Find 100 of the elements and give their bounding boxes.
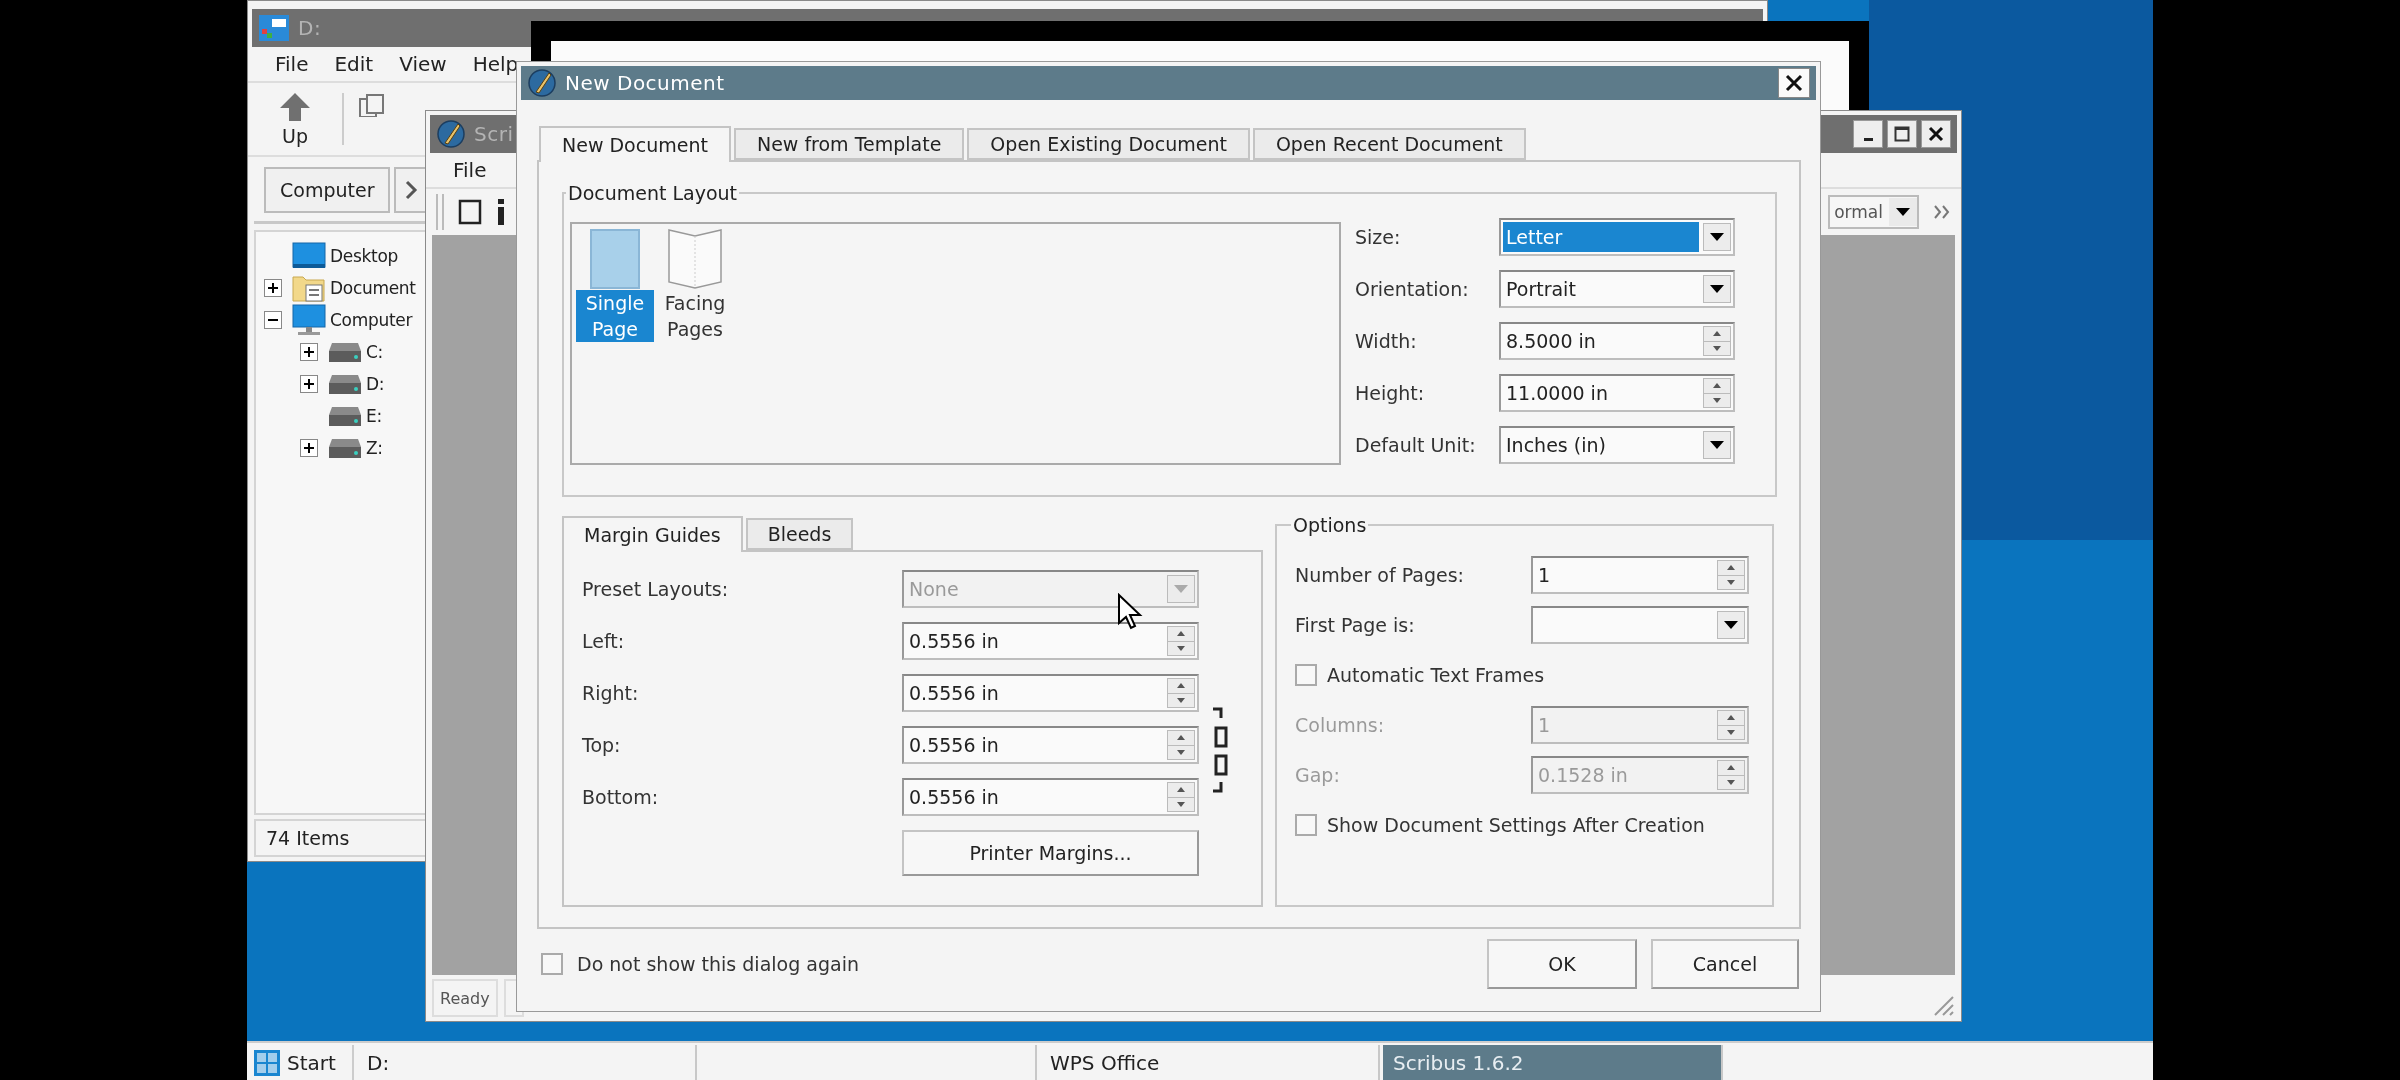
field-label: Left: <box>582 630 626 652</box>
plus-icon <box>267 282 279 294</box>
dropdown-arrow-icon <box>1709 232 1725 242</box>
menu-item[interactable]: File <box>262 52 322 76</box>
tree-item[interactable]: E: <box>366 406 382 426</box>
plus-icon <box>303 442 315 454</box>
overflow-chevron-icon[interactable] <box>1933 204 1951 220</box>
tab[interactable]: New Document <box>539 126 731 162</box>
computer-icon <box>292 304 326 336</box>
field-label: Top: <box>582 734 622 756</box>
spin-field[interactable]: 0.5556 in <box>902 674 1199 712</box>
menu-item[interactable]: Edit <box>321 52 387 76</box>
chain-link-icon[interactable] <box>1211 706 1229 794</box>
checkbox-label[interactable]: Show Document Settings After Creation <box>1327 814 1705 836</box>
checkbox-label[interactable]: Automatic Text Frames <box>1327 664 1545 686</box>
tree-item[interactable]: D: <box>366 374 385 394</box>
up-arrow-icon[interactable] <box>1177 735 1185 741</box>
up-button[interactable]: Up <box>262 87 328 151</box>
drive-icon <box>328 405 362 427</box>
field-label: Height: <box>1355 382 1426 404</box>
drive-icon <box>328 437 362 459</box>
spin-field[interactable]: 8.5000 in <box>1499 322 1735 360</box>
field-label: Width: <box>1355 330 1418 352</box>
down-arrow-icon[interactable] <box>1713 345 1721 351</box>
tree-item[interactable]: Z: <box>366 438 383 458</box>
collapse-toggle[interactable] <box>264 311 282 329</box>
facing-pages-icon <box>667 228 723 290</box>
plus-icon <box>303 378 315 390</box>
breadcrumb-button[interactable]: Computer <box>264 167 391 213</box>
minimize-button[interactable] <box>1853 120 1883 148</box>
layout-option[interactable]: Facing Pages <box>656 290 734 342</box>
down-arrow-icon[interactable] <box>1727 729 1735 735</box>
drive-icon <box>328 341 362 363</box>
menu-item[interactable]: View <box>386 52 460 76</box>
tab[interactable]: New from Template <box>733 128 965 160</box>
frame-icon[interactable] <box>458 199 482 225</box>
spin-field[interactable]: 11.0000 in <box>1499 374 1735 412</box>
field-label: Default Unit: <box>1355 434 1477 456</box>
field-label: Orientation: <box>1355 278 1470 300</box>
field-label: Bottom: <box>582 786 660 808</box>
group-title: Options <box>1292 514 1368 536</box>
taskbar-button[interactable]: Scribus 1.6.2 <box>1383 1045 1723 1080</box>
tree-item[interactable]: Document <box>330 278 416 298</box>
dialog-title: New Document <box>565 71 726 95</box>
down-arrow-icon[interactable] <box>1177 697 1185 703</box>
field-label: Columns: <box>1295 714 1386 736</box>
text-cursor-icon[interactable] <box>496 199 506 225</box>
dropdown[interactable] <box>1531 606 1749 644</box>
ok-button[interactable]: OK <box>1487 939 1637 989</box>
plus-icon <box>303 346 315 358</box>
tab[interactable]: Margin Guides <box>562 516 743 552</box>
down-arrow-icon[interactable] <box>1177 749 1185 755</box>
layout-option[interactable]: Single Page <box>576 290 654 342</box>
expand-toggle[interactable] <box>300 343 318 361</box>
dropdown[interactable]: Portrait <box>1499 270 1735 308</box>
down-arrow-icon[interactable] <box>1713 397 1721 403</box>
tab[interactable]: Open Existing Document <box>967 128 1250 160</box>
expand-toggle[interactable] <box>300 439 318 457</box>
cancel-button[interactable]: Cancel <box>1651 939 1799 989</box>
toolbar-grip[interactable] <box>436 194 444 230</box>
down-arrow-icon[interactable] <box>1177 801 1185 807</box>
field-label: Number of Pages: <box>1295 564 1465 586</box>
maximize-button[interactable] <box>1887 120 1917 148</box>
checkbox[interactable] <box>1295 664 1317 686</box>
down-arrow-icon[interactable] <box>1727 579 1735 585</box>
checkbox[interactable] <box>1295 814 1317 836</box>
group-title: Document Layout <box>567 182 739 204</box>
expand-toggle[interactable] <box>300 375 318 393</box>
tab[interactable]: Open Recent Document <box>1252 128 1526 160</box>
folder-window-icon <box>258 13 290 43</box>
up-arrow-icon[interactable] <box>1177 683 1185 689</box>
up-arrow-icon[interactable] <box>1177 631 1185 637</box>
menu-item[interactable]: File <box>440 158 500 182</box>
spin-field[interactable]: 1 <box>1531 556 1749 594</box>
spin-field[interactable]: 0.5556 in <box>902 778 1199 816</box>
down-arrow-icon[interactable] <box>1177 645 1185 651</box>
field-label: Gap: <box>1295 764 1341 786</box>
close-button[interactable] <box>1778 68 1810 98</box>
up-arrow-icon[interactable] <box>1177 787 1185 793</box>
tree-item[interactable]: Computer <box>330 310 413 330</box>
dropdown[interactable]: Letter <box>1499 218 1735 256</box>
up-arrow-icon[interactable] <box>1727 565 1735 571</box>
tree-item[interactable]: Desktop <box>330 246 398 266</box>
up-arrow-icon[interactable] <box>1713 383 1721 389</box>
start-logo-icon <box>253 1048 281 1077</box>
checkbox-label[interactable]: Do not show this dialog again <box>577 953 1473 975</box>
expand-toggle[interactable] <box>264 279 282 297</box>
field-label: Right: <box>582 682 640 704</box>
up-arrow-icon[interactable] <box>1713 331 1721 337</box>
down-arrow-icon[interactable] <box>1727 779 1735 785</box>
printer-margins-button[interactable]: Printer Margins... <box>902 830 1199 876</box>
checkbox[interactable] <box>541 953 563 975</box>
tree-item[interactable]: C: <box>366 342 383 362</box>
close-button[interactable] <box>1921 120 1951 148</box>
style-dropdown[interactable]: ormal <box>1828 195 1919 229</box>
up-arrow-icon <box>278 91 312 123</box>
tab[interactable]: Bleeds <box>745 518 854 550</box>
dropdown[interactable]: Inches (in) <box>1499 426 1735 464</box>
spin-field[interactable]: 0.5556 in <box>902 726 1199 764</box>
spin-field[interactable]: 0.5556 in <box>902 622 1199 660</box>
